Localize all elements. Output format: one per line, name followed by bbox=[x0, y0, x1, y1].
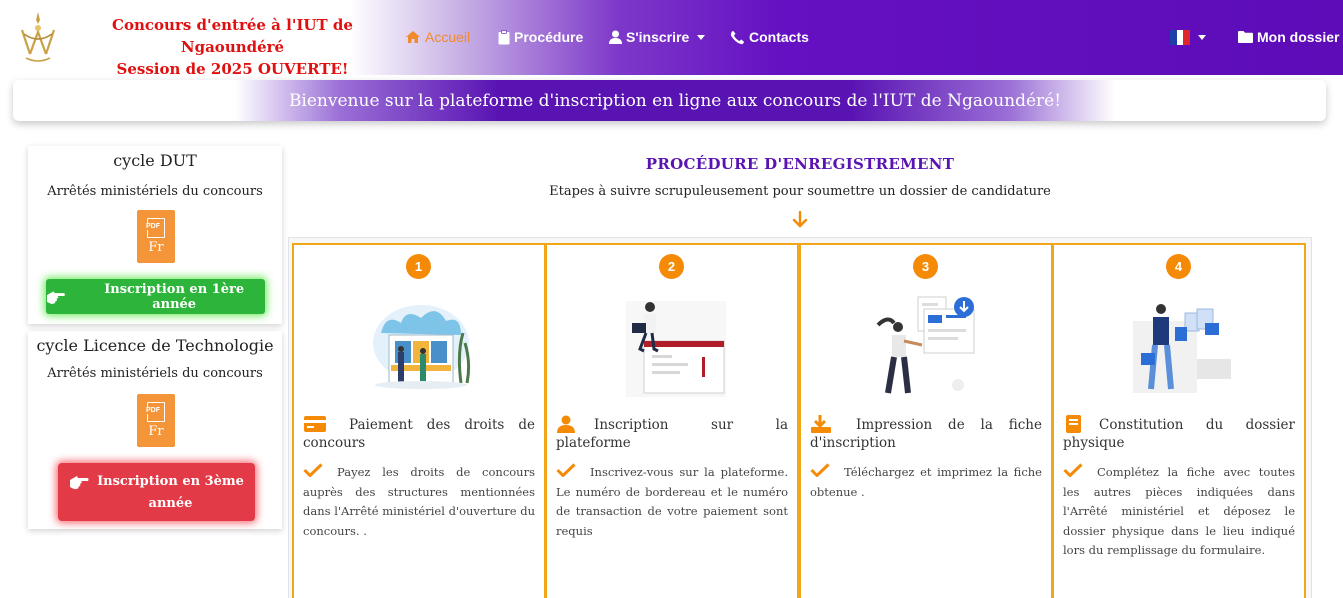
user-icon bbox=[557, 415, 575, 433]
brand-line-2: Session de 2025 OUVERTE! bbox=[116, 60, 349, 78]
language-selector[interactable] bbox=[1170, 27, 1206, 47]
inscription-3eme-annee-button[interactable]: Inscription en 3ème année bbox=[58, 463, 255, 521]
step-title-text: Paiement des droits de concours bbox=[303, 417, 535, 451]
welcome-text: Bienvenue sur la plateforme d'inscriptio… bbox=[235, 80, 1115, 121]
nav-contacts-label: Contacts bbox=[749, 29, 809, 45]
nav-procedure[interactable]: Procédure bbox=[498, 27, 583, 47]
chevron-down-icon bbox=[1198, 34, 1206, 40]
step-text: Téléchargez et imprimez la fiche obtenue… bbox=[810, 465, 1042, 499]
site-title[interactable]: Concours d'entrée à l'IUT de Ngaoundéré … bbox=[70, 14, 395, 80]
book-icon bbox=[1066, 415, 1081, 433]
phone-icon bbox=[730, 30, 745, 44]
card-subtitle: Arrêtés ministériels du concours bbox=[47, 184, 263, 199]
pdf-badge: PDF bbox=[145, 223, 161, 230]
hand-pointing-icon bbox=[46, 290, 65, 304]
payment-illustration bbox=[373, 305, 471, 389]
inscription-1ere-annee-button[interactable]: Inscription en 1ère année bbox=[46, 279, 265, 314]
step-title-text: Impression de la fiche d'inscription bbox=[810, 417, 1042, 451]
pdf-icon: PDF bbox=[145, 218, 165, 238]
user-icon bbox=[609, 30, 622, 44]
print-illustration bbox=[876, 296, 975, 394]
check-icon bbox=[810, 463, 830, 477]
brand-line-1: Concours d'entrée à l'IUT de Ngaoundéré bbox=[112, 16, 353, 56]
card-subtitle: Arrêtés ministériels du concours bbox=[47, 366, 263, 381]
step-description: Téléchargez et imprimez la fiche obtenue… bbox=[810, 463, 1042, 502]
nav-procedure-label: Procédure bbox=[514, 29, 584, 45]
step-card-3: 3 Impression de la fiche d'inscription T… bbox=[799, 243, 1053, 598]
card-cycle-dut: cycle DUT Arrêtés ministériels du concou… bbox=[28, 146, 282, 324]
step-card-1: 1 Paiement des droits de concours Payez … bbox=[292, 243, 546, 598]
step-text: Inscrivez-vous sur la plateforme. Le num… bbox=[556, 465, 788, 538]
nav-mon-dossier[interactable]: Mon dossier bbox=[1238, 27, 1339, 47]
button-label: Inscription en 1ère année bbox=[104, 281, 245, 312]
step-title: Paiement des droits de concours bbox=[303, 415, 535, 452]
step-number: 3 bbox=[913, 254, 938, 279]
check-icon bbox=[556, 463, 576, 477]
step-text: Complétez la fiche avec toutes les autre… bbox=[1063, 465, 1295, 557]
step-title-text: Inscription sur la plateforme bbox=[556, 417, 788, 451]
credit-card-icon bbox=[304, 416, 326, 432]
pdf-icon: PDF bbox=[145, 402, 165, 422]
chevron-down-icon bbox=[697, 34, 706, 40]
step-description: Inscrivez-vous sur la plateforme. Le num… bbox=[556, 463, 788, 541]
nav-sinscrire-label: S'inscrire bbox=[626, 29, 690, 45]
step-description: Payez les droits de concours auprès des … bbox=[303, 463, 535, 541]
button-label-line-1: Inscription en 3ème bbox=[97, 474, 244, 489]
step-title: Inscription sur la plateforme bbox=[556, 415, 788, 452]
step-title-text: Constitution du dossier physique bbox=[1063, 417, 1295, 451]
card-title: cycle DUT bbox=[113, 151, 197, 170]
home-icon bbox=[406, 31, 420, 43]
step-number: 2 bbox=[659, 254, 684, 279]
pdf-download-button[interactable]: PDF Fr bbox=[137, 394, 175, 447]
step-description: Complétez la fiche avec toutes les autre… bbox=[1063, 463, 1295, 561]
step-card-4: 4 Constitution du dossier physique Compl… bbox=[1052, 243, 1306, 598]
nav-accueil[interactable]: Accueil bbox=[405, 27, 470, 47]
step-title: Constitution du dossier physique bbox=[1063, 415, 1295, 452]
pdf-lang-label: Fr bbox=[148, 240, 164, 255]
clipboard-icon bbox=[498, 29, 510, 44]
step-number: 4 bbox=[1166, 254, 1191, 279]
procedure-title: PROCÉDURE D'ENREGISTREMENT bbox=[645, 155, 955, 173]
nav-accueil-label: Accueil bbox=[425, 29, 471, 45]
folder-icon bbox=[1238, 31, 1253, 43]
iut-logo[interactable] bbox=[18, 10, 58, 64]
navbar: Concours d'entrée à l'IUT de Ngaoundéré … bbox=[0, 0, 1343, 78]
hand-pointing-icon bbox=[70, 476, 89, 490]
step-number: 1 bbox=[406, 254, 431, 279]
welcome-banner: Bienvenue sur la plateforme d'inscriptio… bbox=[13, 80, 1326, 121]
dossier-illustration bbox=[1133, 304, 1231, 393]
arrow-down-icon bbox=[792, 211, 808, 228]
pdf-lang-label: Fr bbox=[148, 424, 164, 439]
card-cycle-licence: cycle Licence de Technologie Arrêtés min… bbox=[28, 331, 282, 529]
card-title: cycle Licence de Technologie bbox=[36, 336, 274, 355]
download-icon bbox=[811, 415, 831, 433]
pdf-download-button[interactable]: PDF Fr bbox=[137, 210, 175, 263]
nav-contacts[interactable]: Contacts bbox=[730, 27, 809, 47]
step-card-2: 2 Inscription sur la plateforme Inscrive… bbox=[545, 243, 799, 598]
procedure-subtitle: Etapes à suivre scrupuleusement pour sou… bbox=[549, 184, 1051, 199]
nav-mon-dossier-label: Mon dossier bbox=[1257, 29, 1340, 45]
button-label-line-2: année bbox=[148, 496, 193, 511]
flag-fr-icon bbox=[1170, 29, 1190, 45]
check-icon bbox=[1063, 463, 1083, 477]
step-text: Payez les droits de concours auprès des … bbox=[303, 465, 535, 538]
step-title: Impression de la fiche d'inscription bbox=[810, 415, 1042, 452]
pdf-badge: PDF bbox=[145, 407, 161, 414]
check-icon bbox=[303, 463, 323, 477]
nav-sinscrire[interactable]: S'inscrire bbox=[609, 27, 706, 47]
registration-illustration bbox=[626, 301, 726, 397]
